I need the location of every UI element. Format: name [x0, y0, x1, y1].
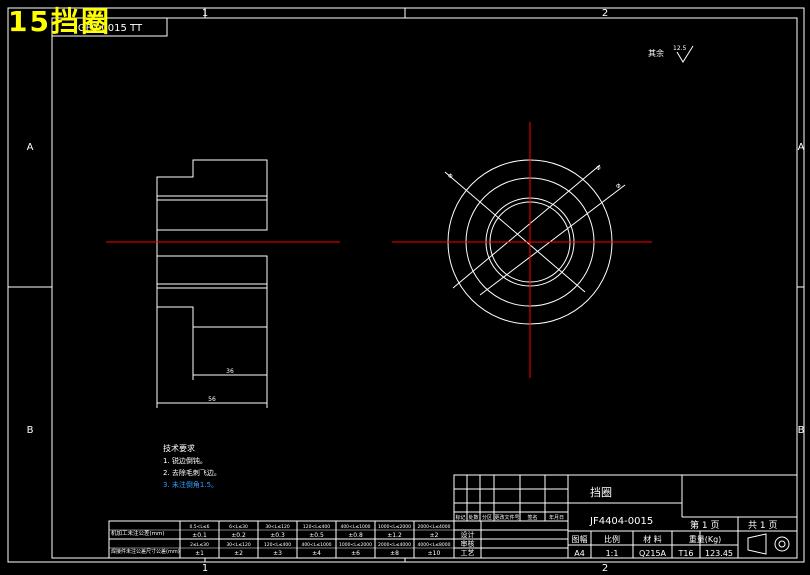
projection-symbol-circle-inner: [778, 540, 786, 548]
role-label: 工艺: [461, 549, 475, 557]
tolerance-row2-value: ±4: [312, 550, 321, 557]
tolerance-row1-range: 0.5<L≤6: [189, 524, 209, 530]
tech-req-item-2: 2. 去除毛刺飞边。: [163, 468, 221, 477]
bottom-value: 1:1: [606, 549, 619, 558]
dim-label-mid-dia: Φ: [596, 165, 601, 172]
bottom-header: 比例: [604, 534, 620, 544]
tolerance-row2-value: ±10: [428, 550, 441, 557]
tolerance-row1-value: ±0.8: [348, 532, 363, 539]
revision-header: 处数: [468, 514, 478, 521]
tolerance-row1-label: 机加工未注公差(mm): [111, 529, 165, 537]
surface-finish-label: 其余: [648, 48, 664, 58]
tolerance-row1-range: 6<L≤30: [229, 524, 248, 530]
tolerance-row1-value: ±1.2: [387, 532, 402, 539]
bottom-value: Q215A: [639, 549, 667, 558]
bottom-header: 图幅: [572, 534, 588, 544]
role-label: 设计: [461, 530, 475, 539]
tolerance-row1-value: ±0.5: [309, 532, 324, 539]
cad-drawing-canvas: 1 2 1 2 A B A B GF0-0015 TT 其余 12.5 36 5…: [7, 7, 805, 574]
projection-symbol-cone: [747, 533, 767, 555]
tolerance-row1-value: ±0.3: [270, 532, 285, 539]
tolerance-row2-range: 120<L≤400: [264, 542, 291, 548]
bottom-header: 材 料: [643, 534, 662, 544]
tolerance-row2-value: ±3: [273, 550, 282, 557]
title-drawing-number: JF4404-0015: [589, 516, 653, 527]
sheet-outer-frame: [7, 7, 805, 563]
revision-headers: 标记 处数 分区 更改文件号 签名 年月日: [455, 514, 564, 521]
title-total-label: 共 1 页: [748, 520, 777, 531]
role-label: 审核: [461, 539, 475, 548]
tolerance-row2-value: ±8: [390, 550, 399, 557]
tech-req-item-1: 1. 锐边倒钝。: [163, 456, 207, 465]
side-section-view: [156, 159, 268, 408]
bottom-values: A4 1:1 Q215A T16 123.45: [574, 549, 733, 558]
overlay-title: 15挡圈: [8, 5, 111, 38]
leader-line-mid-dia: [452, 164, 601, 289]
tolerance-row2-range: 4000<L≤8000: [418, 542, 451, 548]
tolerance-row2-value: ±2: [234, 550, 243, 557]
leader-line-outer-dia: [444, 171, 586, 293]
zone-row-label-b: B: [27, 425, 34, 436]
tolerance-row2-range: 1000<L≤2000: [339, 542, 372, 548]
bottom-value: 123.45: [705, 549, 733, 558]
tech-req-heading: 技术要求: [163, 443, 195, 453]
tolerance-row1-value: ±0.1: [192, 532, 207, 539]
projection-symbol-circle-outer: [774, 536, 790, 552]
tolerance-row1-range: 30<L≤120: [265, 524, 290, 530]
bottom-value: T16: [677, 549, 693, 558]
revision-header: 分区: [482, 514, 492, 521]
tolerance-row2-range: 2000<L≤4000: [378, 542, 411, 548]
tech-req-item-3: 3. 未注倒角1.5。: [163, 480, 218, 489]
tolerance-row2-range: 2≤L≤30: [190, 542, 209, 548]
tolerance-row1-value: ±0.2: [231, 532, 246, 539]
zone-col-label-1: 1: [202, 8, 208, 19]
revision-header: 签名: [527, 514, 537, 521]
tolerance-row1-range: 1000<L≤2000: [378, 524, 411, 530]
zone-col-label-2: 2: [602, 8, 608, 19]
tolerance-row1-value: ±2: [430, 532, 439, 539]
tolerance-row2-label: 焊接件未注公差尺寸公差(mm): [111, 548, 180, 555]
surface-finish-value: 12.5: [673, 45, 687, 52]
side-view-lower-profile: [156, 255, 268, 328]
tolerance-row2-range: 30<L≤120: [226, 542, 251, 548]
zone-row-label-a-right: A: [798, 142, 805, 153]
dim-label-inner-width: 36: [226, 368, 234, 375]
revision-header: 标记: [455, 514, 465, 521]
bottom-header: 重量(Kg): [689, 534, 722, 544]
dim-label-total-width: 56: [208, 396, 216, 403]
tolerance-row1-range: 2000<L≤4000: [418, 524, 451, 530]
tolerance-row1-range: 400<L≤1000: [340, 524, 370, 530]
zone-row-label-a: A: [27, 142, 34, 153]
title-sheet-label: 第 1 页: [690, 519, 719, 531]
zone-col-label-2-bottom: 2: [602, 563, 608, 574]
zone-col-label-1-bottom: 1: [202, 563, 208, 574]
side-view-upper-profile: [156, 159, 268, 231]
dim-label-outer-dia: Φ: [448, 173, 453, 180]
tolerance-row2-value: ±6: [351, 550, 360, 557]
title-part-name: 挡圈: [590, 485, 612, 499]
bottom-value: A4: [574, 549, 585, 558]
tolerance-row2-range: 400<L≤1000: [301, 542, 331, 548]
tolerance-cells: 0.5<L≤6 ±0.1 2≤L≤30 ±1 6<L≤30 ±0.2 30<L≤120 ±2 3…: [189, 524, 450, 557]
role-labels: 设计审核工艺: [461, 530, 475, 557]
bottom-headers: 图幅 比例 材 料 重量(Kg): [572, 534, 722, 544]
dim-label-inner-dia: Φ: [616, 183, 621, 190]
revision-header: 更改文件号: [494, 514, 519, 521]
tolerance-row2-value: ±1: [195, 550, 204, 557]
zone-row-label-b-right: B: [798, 425, 805, 436]
revision-header: 年月日: [549, 514, 564, 521]
tolerance-row1-range: 120<L≤400: [303, 524, 330, 530]
